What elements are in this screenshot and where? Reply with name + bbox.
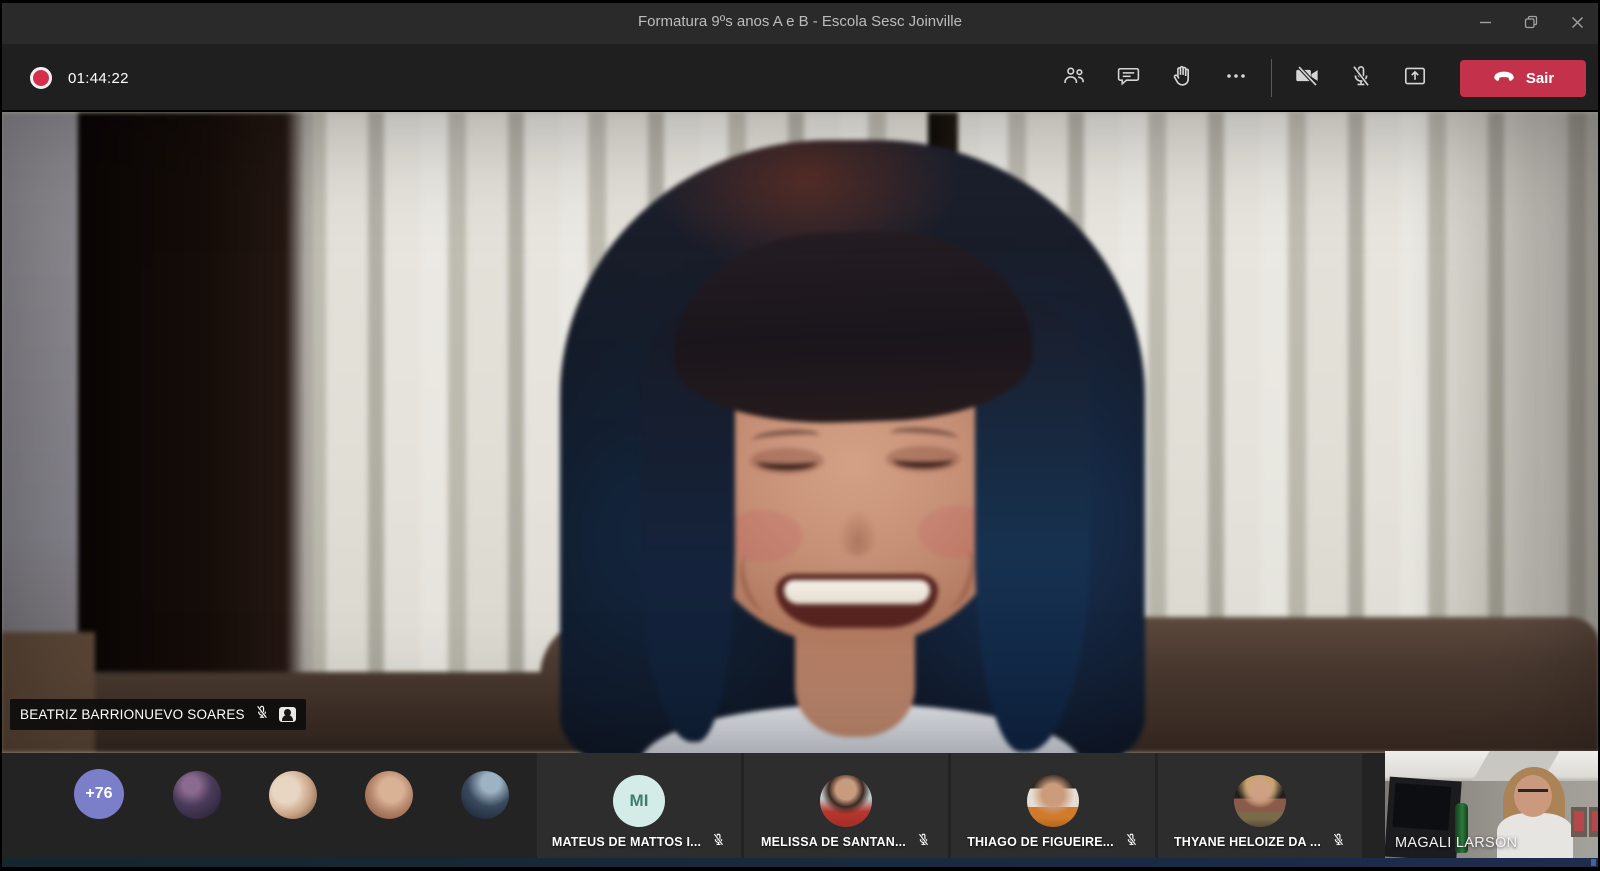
speaker-name-tag: BEATRIZ BARRIONUEVO SOARES	[10, 699, 306, 730]
leave-call-button[interactable]: Sair	[1460, 60, 1586, 97]
participants-button[interactable]	[1047, 44, 1101, 112]
participant-tile[interactable]: THIAGO DE FIGUEIRE...	[951, 753, 1155, 858]
hang-up-icon	[1492, 69, 1516, 87]
window-title: Formatura 9ºs anos A e B - Escola Sesc J…	[0, 0, 1600, 44]
raise-hand-icon	[1169, 63, 1195, 94]
participant-tile[interactable]: MI MATEUS DE MATTOS I...	[537, 753, 741, 858]
camera-off-icon	[1294, 62, 1321, 94]
muted-mic-icon	[1331, 832, 1346, 852]
participant-avatar[interactable]	[269, 771, 317, 819]
participant-name: THYANE HELOIZE DA ...	[1174, 835, 1321, 849]
photo-avatar	[820, 775, 872, 827]
participant-name: MAGALI LARSON	[1395, 835, 1517, 851]
participant-name: MATEUS DE MATTOS I...	[552, 835, 701, 849]
participant-filmstrip: +76 MI MATEUS DE MATTOS I...	[0, 753, 1600, 858]
pinned-icon	[279, 707, 296, 722]
muted-mic-icon	[916, 832, 931, 852]
toolbar-divider	[1271, 59, 1272, 97]
photo-avatar	[1234, 775, 1286, 827]
share-screen-button[interactable]	[1388, 44, 1442, 112]
camera-toggle-button[interactable]	[1280, 44, 1334, 112]
teams-meeting-window: Formatura 9ºs anos A e B - Escola Sesc J…	[0, 0, 1600, 871]
call-toolbar: 01:44:22	[0, 44, 1600, 112]
muted-mic-icon	[1124, 832, 1139, 852]
participant-tile[interactable]: THYANE HELOIZE DA ...	[1158, 753, 1362, 858]
leave-call-label: Sair	[1526, 70, 1554, 87]
participant-tile[interactable]: MELISSA DE SANTAN...	[744, 753, 948, 858]
speaker-name: BEATRIZ BARRIONUEVO SOARES	[20, 707, 245, 722]
participant-avatar[interactable]	[461, 771, 509, 819]
muted-mic-icon	[711, 832, 726, 852]
mic-toggle-button[interactable]	[1334, 44, 1388, 112]
participant-name: MELISSA DE SANTAN...	[761, 835, 906, 849]
participants-icon	[1061, 63, 1087, 94]
raise-hand-button[interactable]	[1155, 44, 1209, 112]
close-button[interactable]	[1554, 0, 1600, 44]
photo-avatar	[1027, 775, 1079, 827]
initials-avatar: MI	[613, 775, 665, 827]
share-screen-icon	[1402, 63, 1428, 94]
title-bar: Formatura 9ºs anos A e B - Escola Sesc J…	[0, 0, 1600, 44]
restore-button[interactable]	[1508, 0, 1554, 44]
main-stage-video[interactable]	[0, 112, 1600, 753]
mic-off-icon	[1348, 63, 1374, 94]
participant-avatar[interactable]	[365, 771, 413, 819]
chat-button[interactable]	[1101, 44, 1155, 112]
window-controls	[1462, 0, 1600, 44]
filmstrip-scrollbar[interactable]	[0, 858, 1600, 867]
participant-video-tile[interactable]: MAGALI LARSON	[1385, 751, 1600, 859]
participant-avatar[interactable]	[173, 771, 221, 819]
minimize-button[interactable]	[1462, 0, 1508, 44]
chat-icon	[1116, 63, 1141, 93]
participant-name: THIAGO DE FIGUEIRE...	[967, 835, 1114, 849]
muted-mic-icon	[254, 704, 270, 725]
more-options-button[interactable]	[1209, 44, 1263, 112]
more-options-icon	[1224, 64, 1248, 93]
call-timer: 01:44:22	[68, 70, 129, 87]
overflow-count-badge[interactable]: +76	[74, 769, 124, 819]
scrollbar-thumb[interactable]	[1591, 859, 1596, 866]
recording-indicator-icon	[30, 67, 52, 89]
